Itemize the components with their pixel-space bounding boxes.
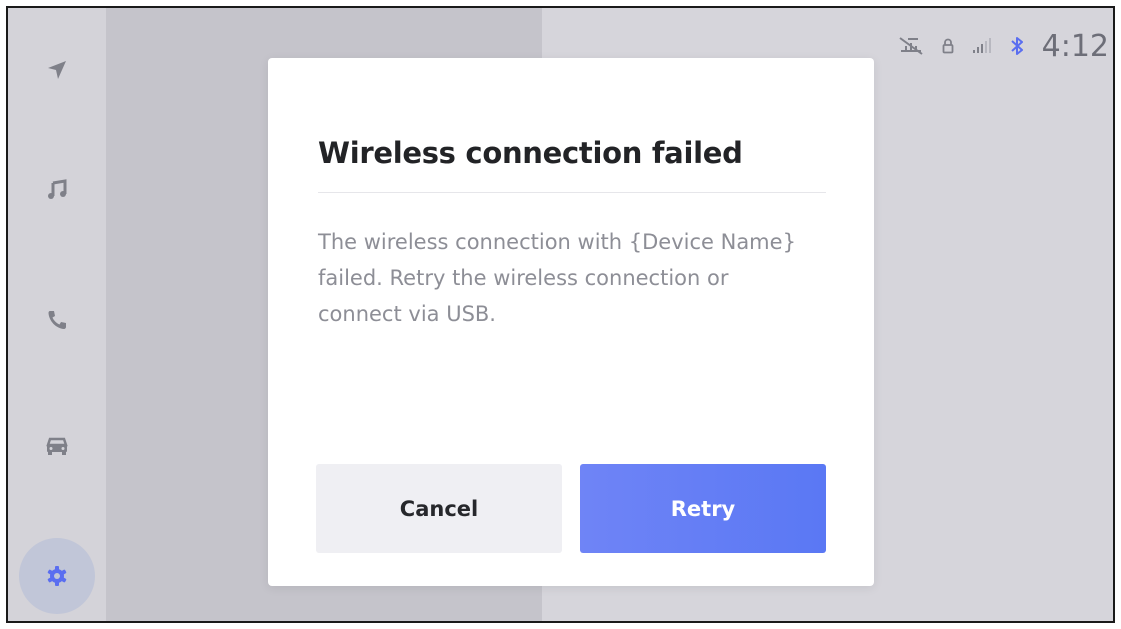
signal-bars-icon [972,38,992,54]
car-icon [45,435,69,457]
navigation-arrow-icon [46,59,68,81]
bluetooth-icon [1010,36,1024,56]
lock-icon [942,38,954,54]
phone-icon [46,309,68,331]
nav-item-vehicle[interactable] [8,406,106,486]
no-gps-icon [898,35,924,57]
screen-frame: 4:12 Wireless connection failed The wire… [6,6,1115,623]
dialog-title: Wireless connection failed [318,136,743,170]
cancel-button[interactable]: Cancel [316,464,562,553]
nav-item-settings[interactable] [8,536,106,616]
nav-item-media[interactable] [8,150,106,230]
dialog-message: The wireless connection with {Device Nam… [318,230,796,326]
active-indicator [19,538,95,614]
dialog-divider [318,192,826,193]
clock: 4:12 [1041,28,1109,64]
nav-item-navigation[interactable] [8,30,106,110]
nav-item-phone[interactable] [8,280,106,360]
sidebar [8,8,106,621]
status-bar: 4:12 [898,16,1113,76]
gear-icon [46,565,68,587]
retry-button[interactable]: Retry [580,464,826,553]
music-note-icon [46,179,68,201]
connection-failed-dialog: Wireless connection failed The wireless … [268,58,874,586]
